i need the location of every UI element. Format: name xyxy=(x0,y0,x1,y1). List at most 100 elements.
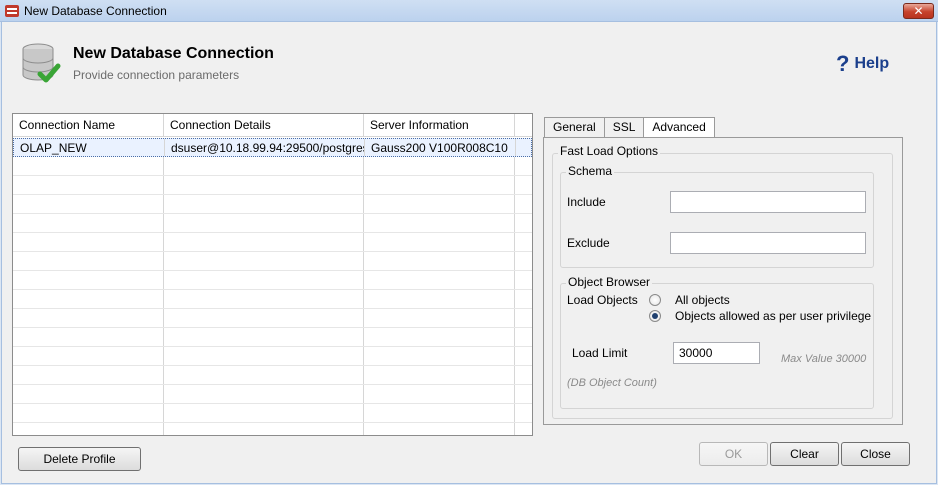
table-cell xyxy=(515,347,532,365)
table-cell xyxy=(364,233,515,251)
database-check-icon xyxy=(22,43,61,83)
table-cell xyxy=(13,385,164,403)
table-cell xyxy=(364,271,515,289)
table-cell xyxy=(164,404,364,422)
table-row[interactable] xyxy=(13,233,532,252)
table-cell xyxy=(164,309,364,327)
load-limit-label: Load Limit xyxy=(572,346,628,360)
table-cell xyxy=(515,328,532,346)
table-cell xyxy=(515,157,532,175)
settings-tabs: General SSL Advanced xyxy=(544,117,715,138)
table-row[interactable] xyxy=(13,328,532,347)
load-objects-label: Load Objects xyxy=(567,293,638,307)
close-button[interactable]: Close xyxy=(841,442,910,466)
table-cell xyxy=(515,271,532,289)
table-cell xyxy=(164,328,364,346)
table-row[interactable] xyxy=(13,404,532,423)
tab-ssl[interactable]: SSL xyxy=(603,117,645,137)
table-row[interactable] xyxy=(13,385,532,404)
column-header-server-information[interactable]: Server Information xyxy=(364,114,515,136)
table-row[interactable] xyxy=(13,176,532,195)
table-cell xyxy=(164,423,364,435)
table-cell xyxy=(164,385,364,403)
table-cell xyxy=(164,233,364,251)
table-cell xyxy=(13,214,164,232)
table-cell xyxy=(13,423,164,435)
help-label: Help xyxy=(854,55,890,72)
table-cell xyxy=(364,385,515,403)
table-cell xyxy=(516,139,532,156)
table-row[interactable] xyxy=(13,309,532,328)
page-subtitle: Provide connection parameters xyxy=(73,68,240,82)
radio-all-objects[interactable] xyxy=(649,294,661,306)
object-browser-legend: Object Browser xyxy=(566,275,653,289)
radio-user-privilege-objects[interactable] xyxy=(649,310,661,322)
table-row[interactable] xyxy=(13,271,532,290)
user-privilege-objects-label[interactable]: Objects allowed as per user privilege xyxy=(675,309,871,323)
include-input[interactable] xyxy=(670,191,866,213)
table-cell xyxy=(13,328,164,346)
table-row[interactable] xyxy=(13,290,532,309)
table-cell xyxy=(13,195,164,213)
connection-profiles-table: Connection Name Connection Details Serve… xyxy=(12,113,533,436)
table-header: Connection Name Connection Details Serve… xyxy=(13,114,532,137)
table-cell xyxy=(164,176,364,194)
table-cell xyxy=(364,366,515,384)
tab-advanced[interactable]: Advanced xyxy=(643,117,715,138)
table-cell xyxy=(515,366,532,384)
table-cell: Gauss200 V100R008C10 xyxy=(365,139,516,156)
table-row[interactable] xyxy=(13,195,532,214)
clear-button[interactable]: Clear xyxy=(770,442,839,466)
db-object-count-hint: (DB Object Count) xyxy=(567,377,657,389)
table-cell xyxy=(515,290,532,308)
help-link[interactable]: ? Help xyxy=(836,53,889,75)
exclude-input[interactable] xyxy=(670,232,866,254)
column-header-connection-details[interactable]: Connection Details xyxy=(164,114,364,136)
table-cell xyxy=(515,195,532,213)
table-cell xyxy=(164,366,364,384)
table-cell: OLAP_NEW xyxy=(14,139,165,156)
table-row[interactable] xyxy=(13,252,532,271)
table-cell xyxy=(364,252,515,270)
table-cell xyxy=(364,176,515,194)
table-cell xyxy=(515,214,532,232)
window-title: New Database Connection xyxy=(24,4,167,18)
table-row[interactable] xyxy=(13,214,532,233)
load-limit-input[interactable]: 30000 xyxy=(673,342,760,364)
table-cell xyxy=(515,423,532,435)
table-cell xyxy=(515,252,532,270)
table-row[interactable] xyxy=(13,347,532,366)
tab-general[interactable]: General xyxy=(544,117,605,137)
table-row[interactable] xyxy=(13,366,532,385)
table-cell xyxy=(13,290,164,308)
delete-profile-button[interactable]: Delete Profile xyxy=(18,447,141,471)
all-objects-label[interactable]: All objects xyxy=(675,293,730,307)
help-icon: ? xyxy=(836,51,850,76)
table-cell xyxy=(13,347,164,365)
table-cell xyxy=(13,157,164,175)
table-cell xyxy=(364,328,515,346)
column-header-filler xyxy=(515,114,532,136)
table-cell xyxy=(364,423,515,435)
table-cell xyxy=(13,309,164,327)
schema-legend: Schema xyxy=(566,164,615,178)
advanced-panel: Fast Load Options Schema Include Exclude… xyxy=(543,137,903,425)
exclude-label: Exclude xyxy=(567,236,610,250)
table-cell xyxy=(13,366,164,384)
table-row[interactable] xyxy=(13,423,532,435)
window-close-button[interactable]: ✕ xyxy=(903,3,934,19)
page-title: New Database Connection xyxy=(73,45,274,62)
table-cell xyxy=(364,347,515,365)
table-cell xyxy=(364,290,515,308)
table-row[interactable]: OLAP_NEW dsuser@10.18.99.94:29500/postgre… xyxy=(13,138,532,157)
app-icon xyxy=(5,5,19,17)
table-row[interactable] xyxy=(13,157,532,176)
table-cell xyxy=(515,176,532,194)
ok-button[interactable]: OK xyxy=(699,442,768,466)
column-header-connection-name[interactable]: Connection Name xyxy=(13,114,164,136)
table-cell xyxy=(13,233,164,251)
table-cell xyxy=(164,271,364,289)
table-cell xyxy=(364,309,515,327)
fast-load-legend: Fast Load Options xyxy=(558,144,661,158)
table-cell xyxy=(164,347,364,365)
